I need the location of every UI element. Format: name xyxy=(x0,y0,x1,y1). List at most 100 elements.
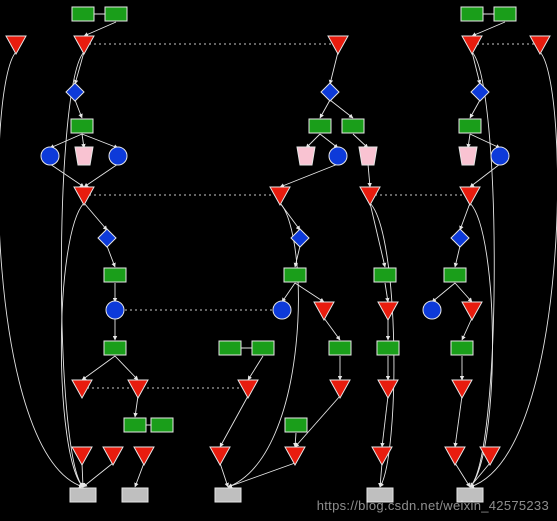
node-rect-green xyxy=(285,418,307,432)
node-tri-red xyxy=(128,380,148,398)
node-rect-grey xyxy=(215,488,241,502)
edge xyxy=(82,356,115,380)
graph-canvas xyxy=(0,0,557,521)
node-rect-green xyxy=(461,7,483,21)
edge xyxy=(83,463,113,487)
node-rect-green xyxy=(104,341,126,355)
node-rect-green xyxy=(374,268,396,282)
edge xyxy=(470,134,500,148)
node-diamond-blue xyxy=(291,229,309,247)
edge xyxy=(472,22,505,36)
node-tri-red xyxy=(238,380,258,398)
edge xyxy=(320,134,338,148)
edge xyxy=(455,463,470,487)
node-rect-green xyxy=(342,119,364,133)
node-tri-red xyxy=(460,187,480,205)
node-rect-grey xyxy=(457,488,483,502)
edge xyxy=(385,283,388,302)
edge xyxy=(50,164,84,187)
edge xyxy=(115,356,138,380)
edge xyxy=(460,203,470,230)
edge xyxy=(84,22,116,36)
node-tri-red xyxy=(462,36,482,54)
node-circle-blue xyxy=(329,147,347,165)
edge xyxy=(295,433,296,447)
node-tri-red xyxy=(378,302,398,320)
node-circle-blue xyxy=(41,147,59,165)
node-rect-green xyxy=(459,119,481,133)
node-circle-blue xyxy=(491,147,509,165)
node-diamond-blue xyxy=(471,83,489,101)
edge xyxy=(84,203,107,230)
edge xyxy=(472,52,480,84)
node-tri-red xyxy=(72,380,92,398)
node-tri-red xyxy=(134,447,154,465)
edge xyxy=(455,246,460,267)
edge xyxy=(107,246,115,267)
edge xyxy=(61,203,84,487)
node-tri-red xyxy=(285,447,305,465)
edge xyxy=(455,283,472,302)
node-tri-red xyxy=(330,380,350,398)
edge xyxy=(280,164,338,187)
node-diamond-blue xyxy=(98,229,116,247)
node-rect-green xyxy=(104,268,126,282)
node-rect-green xyxy=(451,341,473,355)
edge xyxy=(470,164,500,187)
edge xyxy=(82,463,83,487)
node-tri-red xyxy=(6,36,26,54)
node-circle-blue xyxy=(423,301,441,319)
node-tri-red xyxy=(74,187,94,205)
node-tri-red xyxy=(378,380,398,398)
edge xyxy=(282,283,295,302)
edge xyxy=(368,164,370,187)
edge xyxy=(228,463,295,487)
node-tri-red xyxy=(452,380,472,398)
node-tri-red xyxy=(530,36,550,54)
node-rect-green xyxy=(284,268,306,282)
edge xyxy=(382,396,388,447)
node-rect-green xyxy=(494,7,516,21)
node-rect-grey xyxy=(70,488,96,502)
node-circle-blue xyxy=(273,301,291,319)
edge xyxy=(75,100,82,118)
edge xyxy=(455,396,462,447)
node-tri-red xyxy=(74,36,94,54)
node-diamond-blue xyxy=(451,229,469,247)
edge xyxy=(135,463,144,487)
node-trap-pink xyxy=(459,147,477,165)
edge xyxy=(0,52,83,487)
node-tri-red xyxy=(445,447,465,465)
edge xyxy=(320,100,330,118)
node-rect-green xyxy=(219,341,241,355)
edge xyxy=(248,356,263,380)
node-rect-green xyxy=(329,341,351,355)
edge xyxy=(220,463,228,487)
edge xyxy=(330,100,353,118)
node-tri-red xyxy=(103,447,123,465)
node-tri-red xyxy=(72,447,92,465)
node-rect-grey xyxy=(122,488,148,502)
node-tri-red xyxy=(328,36,348,54)
node-rect-green xyxy=(309,119,331,133)
edge xyxy=(84,164,118,187)
node-circle-blue xyxy=(109,147,127,165)
edges-layer xyxy=(0,14,557,487)
node-tri-red xyxy=(270,187,290,205)
node-trap-pink xyxy=(75,147,93,165)
edge xyxy=(324,318,340,340)
edge xyxy=(82,134,118,148)
node-rect-grey xyxy=(367,488,393,502)
node-rect-green xyxy=(72,7,94,21)
node-rect-green xyxy=(252,341,274,355)
node-diamond-blue xyxy=(66,83,84,101)
node-rect-green xyxy=(151,418,173,432)
edge xyxy=(330,52,338,84)
node-rect-green xyxy=(444,268,466,282)
edge xyxy=(220,396,248,447)
node-tri-red xyxy=(360,187,380,205)
node-tri-red xyxy=(372,447,392,465)
edge xyxy=(135,396,138,417)
node-trap-pink xyxy=(297,147,315,165)
node-trap-pink xyxy=(359,147,377,165)
